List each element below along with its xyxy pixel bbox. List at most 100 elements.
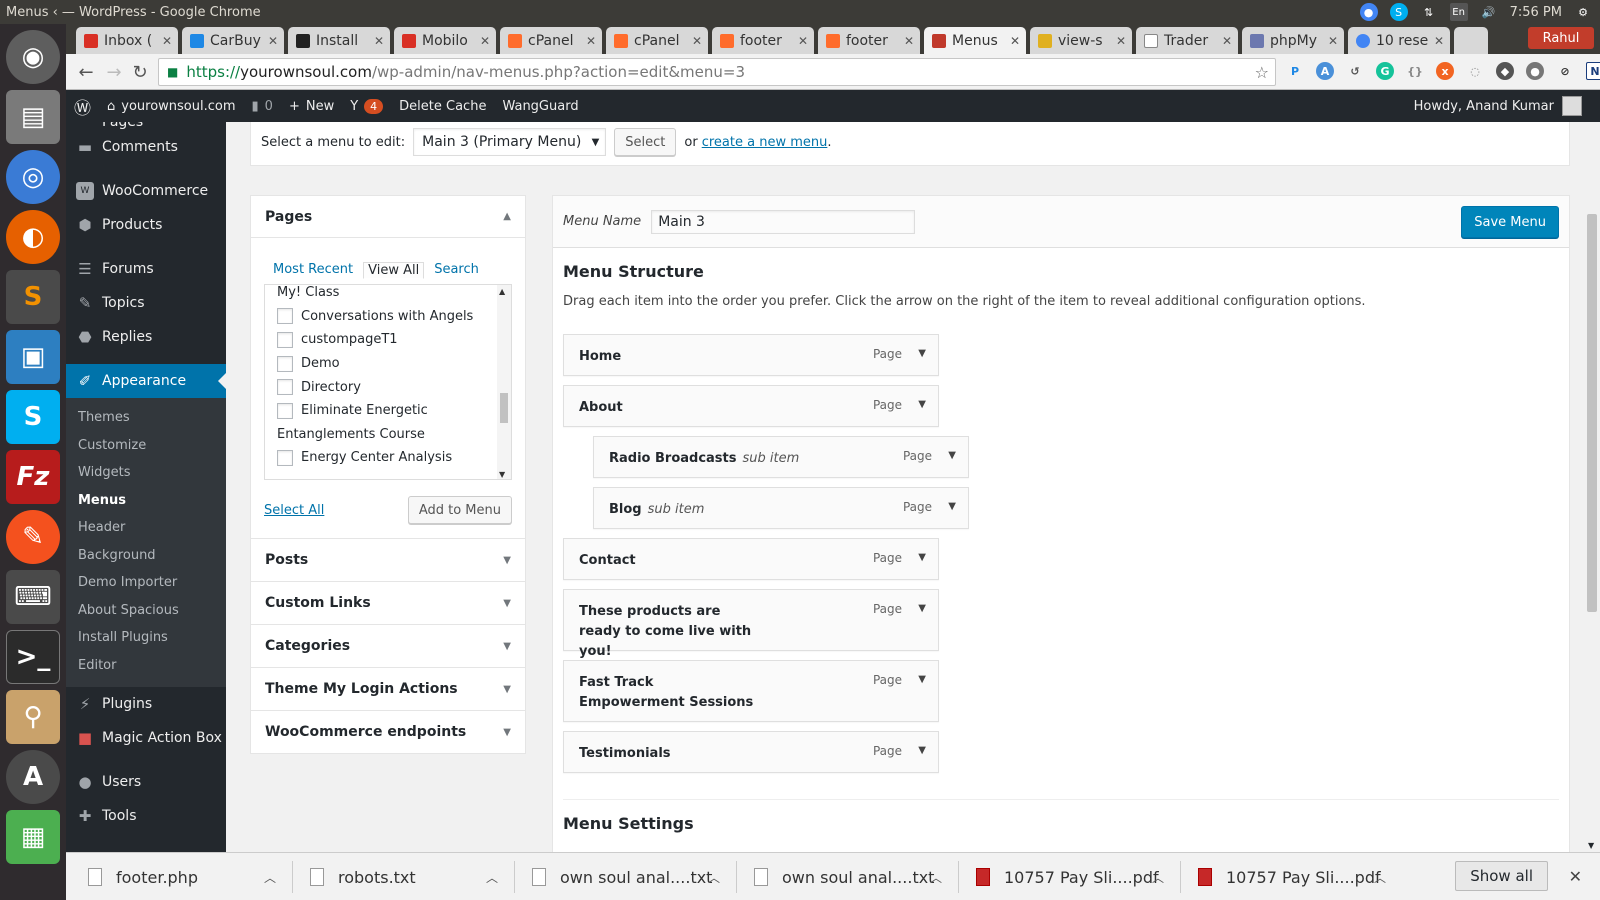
tab-menus[interactable]: Menus ✕ — [924, 27, 1026, 54]
software-updater-icon[interactable]: A — [6, 750, 60, 804]
menu-item-testimonials[interactable]: Testimonials Page ▼ — [563, 731, 939, 773]
posts-accordion[interactable]: Posts ▼ — [250, 539, 526, 582]
custom-links-accordion[interactable]: Custom Links ▼ — [250, 582, 526, 625]
back-arrow-icon[interactable]: ← — [74, 60, 98, 84]
accordion-header[interactable]: Custom Links ▼ — [251, 582, 525, 624]
tab-view-source[interactable]: view-s ✕ — [1030, 27, 1132, 54]
download-item[interactable]: own soul anal....txt ︿ — [532, 853, 720, 900]
tab-phpmyadmin[interactable]: phpMy ✕ — [1242, 27, 1344, 54]
list-item[interactable]: Demo — [265, 352, 511, 376]
page-checkbox[interactable] — [277, 449, 293, 466]
page-checkbox[interactable] — [277, 379, 293, 396]
theme-my-login-accordion[interactable]: Theme My Login Actions ▼ — [250, 668, 526, 711]
sidebar-item-replies[interactable]: ⬣ Replies — [66, 320, 226, 354]
address-bar[interactable]: ■ https://yourownsoul.com/wp-admin/nav-m… — [158, 58, 1276, 86]
menu-name-field[interactable]: Main 3 — [651, 209, 916, 234]
network-icon[interactable]: ⇅ — [1420, 3, 1438, 21]
sidebar-item-tools[interactable]: ✚ Tools — [66, 799, 226, 833]
expand-arrow-icon[interactable]: ▼ — [948, 501, 956, 512]
delete-cache-link[interactable]: Delete Cache — [391, 90, 494, 122]
expand-arrow-icon[interactable]: ▼ — [918, 348, 926, 359]
close-tab-icon[interactable]: ✕ — [904, 34, 914, 48]
submenu-customize[interactable]: Customize — [66, 432, 226, 460]
page-checkbox[interactable] — [277, 308, 293, 325]
page-scrollbar[interactable]: ▼ — [1584, 122, 1600, 852]
tab-cpanel-1[interactable]: cPanel ✕ — [500, 27, 602, 54]
categories-accordion[interactable]: Categories ▼ — [250, 625, 526, 668]
page-checkbox[interactable] — [277, 402, 293, 419]
menu-item-radio-broadcasts[interactable]: Radio Broadcasts sub item Page ▼ — [593, 436, 969, 478]
scroll-down-arrow-icon[interactable]: ▼ — [499, 470, 505, 479]
expand-arrow-icon[interactable]: ▼ — [918, 603, 926, 614]
extension-grammarly-icon[interactable]: G — [1376, 62, 1394, 80]
submenu-themes[interactable]: Themes — [66, 404, 226, 432]
sidebar-item-products[interactable]: ⬢ Products — [66, 208, 226, 242]
page-checkbox[interactable] — [277, 331, 293, 348]
sidebar-item-appearance[interactable]: ✐ Appearance — [66, 364, 226, 398]
terminal-icon[interactable]: >_ — [6, 630, 60, 684]
download-item[interactable]: 10757 Pay Sli....pdf ︿ — [1198, 853, 1386, 900]
tab-cpanel-2[interactable]: cPanel ✕ — [606, 27, 708, 54]
new-tab-button[interactable] — [1454, 27, 1488, 54]
create-new-menu-link[interactable]: create a new menu — [702, 135, 828, 150]
firefox-icon[interactable]: ◐ — [6, 210, 60, 264]
menu-select-dropdown[interactable]: Main 3 (Primary Menu) ▼ — [413, 128, 607, 156]
sidebar-item-topics[interactable]: ✎ Topics — [66, 286, 226, 320]
menu-item-about[interactable]: About Page ▼ — [563, 385, 939, 427]
wordpress-logo-icon[interactable]: Ⓦ — [66, 90, 99, 122]
spreadsheet-icon[interactable]: ▦ — [6, 810, 60, 864]
extension-chat-icon[interactable]: ◌ — [1466, 62, 1484, 80]
tab-inbox[interactable]: Inbox (✕ — [76, 27, 178, 54]
submenu-widgets[interactable]: Widgets — [66, 459, 226, 487]
close-tab-icon[interactable]: ✕ — [1010, 34, 1020, 48]
tab-mobilo[interactable]: Mobilo ✕ — [394, 27, 496, 54]
sidebar-item-woocommerce[interactable]: W WooCommerce — [66, 174, 226, 208]
close-tab-icon[interactable]: ✕ — [1116, 34, 1126, 48]
inkscape-icon[interactable]: ✎ — [6, 510, 60, 564]
tab-most-recent[interactable]: Most Recent — [273, 262, 353, 279]
expand-arrow-icon[interactable]: ▼ — [918, 552, 926, 563]
pages-accordion-header[interactable]: Pages ▲ — [251, 196, 525, 238]
pages-list-scrollbar[interactable]: ▲ ▼ — [497, 285, 511, 479]
list-item[interactable]: Directory — [265, 375, 511, 399]
close-tab-icon[interactable]: ✕ — [268, 34, 278, 48]
sidebar-item-comments[interactable]: ▬ Comments — [66, 130, 226, 164]
download-item[interactable]: 10757 Pay Sli....pdf ︿ — [976, 853, 1164, 900]
close-tab-icon[interactable]: ✕ — [374, 34, 384, 48]
sidebar-item-users[interactable]: ● Users — [66, 765, 226, 799]
account-menu[interactable]: Howdy, Anand Kumar — [1414, 90, 1582, 122]
menu-item-fast-track[interactable]: Fast Track Empowerment Sessions Page ▼ — [563, 660, 939, 722]
skype-tray-icon[interactable]: S — [1389, 3, 1408, 21]
extension-history-icon[interactable]: ↺ — [1346, 62, 1364, 80]
chrome-tray-icon[interactable]: ● — [1359, 3, 1378, 21]
tab-install[interactable]: Install ✕ — [288, 27, 390, 54]
submenu-menus[interactable]: Menus — [66, 487, 226, 515]
tab-trader[interactable]: Trader ✕ — [1136, 27, 1238, 54]
close-tab-icon[interactable]: ✕ — [1434, 34, 1444, 48]
list-item[interactable]: Energy Center Analysis — [265, 446, 511, 470]
close-tab-icon[interactable]: ✕ — [1328, 34, 1338, 48]
extension-translate-icon[interactable]: A — [1316, 62, 1334, 80]
expand-arrow-icon[interactable]: ▼ — [948, 450, 956, 461]
menu-item-blog[interactable]: Blog sub item Page ▼ — [593, 487, 969, 529]
volume-icon[interactable]: 🔊 — [1480, 3, 1498, 21]
submenu-demo-importer[interactable]: Demo Importer — [66, 569, 226, 597]
keyboard-layout-indicator[interactable]: En — [1449, 3, 1468, 21]
download-item[interactable]: own soul anal....txt ︿ — [754, 853, 942, 900]
filezilla-icon[interactable]: Fz — [6, 450, 60, 504]
clock[interactable]: 7:56 PM — [1510, 5, 1562, 20]
remote-desktop-icon[interactable]: ⌨ — [6, 570, 60, 624]
accordion-header[interactable]: WooCommerce endpoints ▼ — [251, 711, 525, 753]
tab-google-search[interactable]: 10 rese ✕ — [1348, 27, 1450, 54]
chevron-up-icon[interactable]: ︿ — [1374, 869, 1386, 886]
wangguard-link[interactable]: WangGuard — [494, 90, 586, 122]
list-item[interactable]: Eliminate Energetic — [265, 399, 511, 423]
select-all-link[interactable]: Select All — [264, 503, 324, 518]
menu-item-contact[interactable]: Contact Page ▼ — [563, 538, 939, 580]
disk-utility-icon[interactable]: ⚲ — [6, 690, 60, 744]
scrollbar-thumb[interactable] — [500, 393, 508, 423]
sidebar-item-magic-action-box[interactable]: ■ Magic Action Box — [66, 721, 226, 755]
scroll-up-arrow-icon[interactable]: ▲ — [499, 287, 505, 296]
submenu-about-spacious[interactable]: About Spacious — [66, 597, 226, 625]
submenu-background[interactable]: Background — [66, 542, 226, 570]
